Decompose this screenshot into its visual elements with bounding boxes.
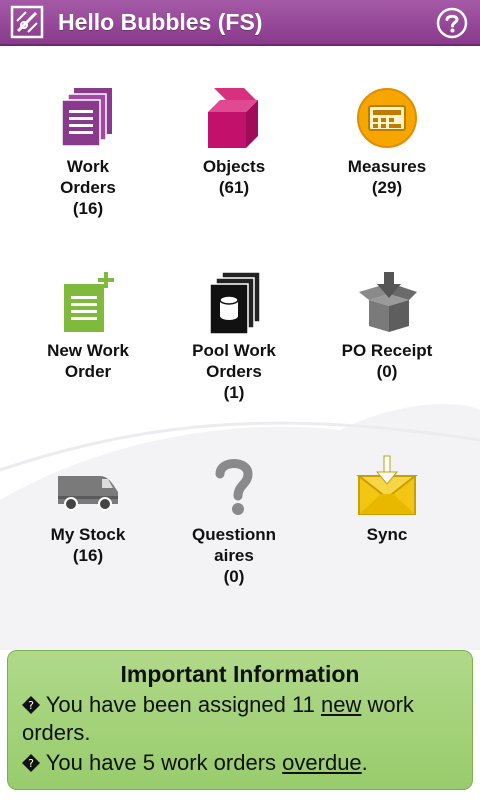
diamond-bullet-icon: ? — [22, 696, 40, 714]
svg-text:?: ? — [28, 699, 34, 712]
tile-count: (1) — [223, 383, 245, 402]
tile-count: (61) — [218, 178, 250, 197]
diamond-bullet-icon: ? — [22, 754, 40, 772]
info-line-overdue-text: You have 5 work orders — [45, 750, 283, 775]
tile-label: Questionn aires — [191, 525, 277, 565]
tile-label: My Stock — [50, 525, 126, 544]
new-work-orders-link[interactable]: new — [321, 692, 361, 717]
work-orders-icon — [61, 88, 112, 147]
app-logo-icon[interactable] — [10, 5, 44, 39]
title-bar: Hello Bubbles (FS) — [0, 0, 480, 46]
tile-my-stock[interactable]: My Stock (16) — [13, 454, 163, 566]
help-icon[interactable] — [436, 7, 468, 39]
tile-label: Pool Work Orders — [192, 341, 276, 381]
tile-label: Measures — [347, 157, 427, 176]
tile-new-work-order[interactable]: New Work Order — [13, 270, 163, 382]
measures-icon — [357, 88, 417, 148]
info-title: Important Information — [120, 661, 360, 687]
tile-label: Sync — [366, 525, 408, 544]
pool-work-orders-icon — [209, 271, 261, 334]
tile-pool-work-orders[interactable]: Pool Work Orders (1) — [159, 270, 309, 403]
tile-count: (16) — [72, 199, 104, 218]
van-icon — [58, 476, 118, 511]
tile-count: (0) — [223, 567, 245, 586]
info-line-new-text: You have been assigned 11 — [45, 692, 321, 717]
sync-envelope-icon — [356, 455, 418, 515]
info-line-overdue: ? You have 5 work orders overdue. — [22, 749, 458, 777]
tile-count: (0) — [376, 362, 398, 381]
svg-text:?: ? — [28, 757, 34, 770]
tile-work-orders[interactable]: Work Orders (16) — [13, 86, 163, 219]
tile-label: PO Receipt — [341, 341, 433, 360]
question-icon — [215, 459, 253, 515]
tile-sync[interactable]: Sync — [312, 454, 462, 545]
important-information-panel: Important Information ? You have been as… — [7, 650, 473, 790]
tile-count: (29) — [371, 178, 403, 197]
tile-po-receipt[interactable]: PO Receipt (0) — [312, 270, 462, 382]
app-title: Hello Bubbles (FS) — [58, 8, 263, 35]
tile-measures[interactable]: Measures (29) — [312, 86, 462, 198]
overdue-work-orders-link[interactable]: overdue — [282, 750, 362, 775]
po-receipt-icon — [359, 272, 417, 332]
tile-questionnaires[interactable]: Questionn aires (0) — [159, 454, 309, 587]
objects-icon — [208, 88, 258, 148]
new-work-order-icon — [64, 272, 114, 332]
info-line-overdue-suffix: . — [361, 750, 368, 775]
tile-count: (16) — [72, 546, 104, 565]
info-line-new: ? You have been assigned 11 new work ord… — [22, 691, 458, 747]
tile-label: Objects — [202, 157, 266, 176]
tile-label: Work Orders — [60, 157, 116, 197]
tile-label: New Work Order — [47, 341, 129, 381]
tile-objects[interactable]: Objects (61) — [159, 86, 309, 198]
